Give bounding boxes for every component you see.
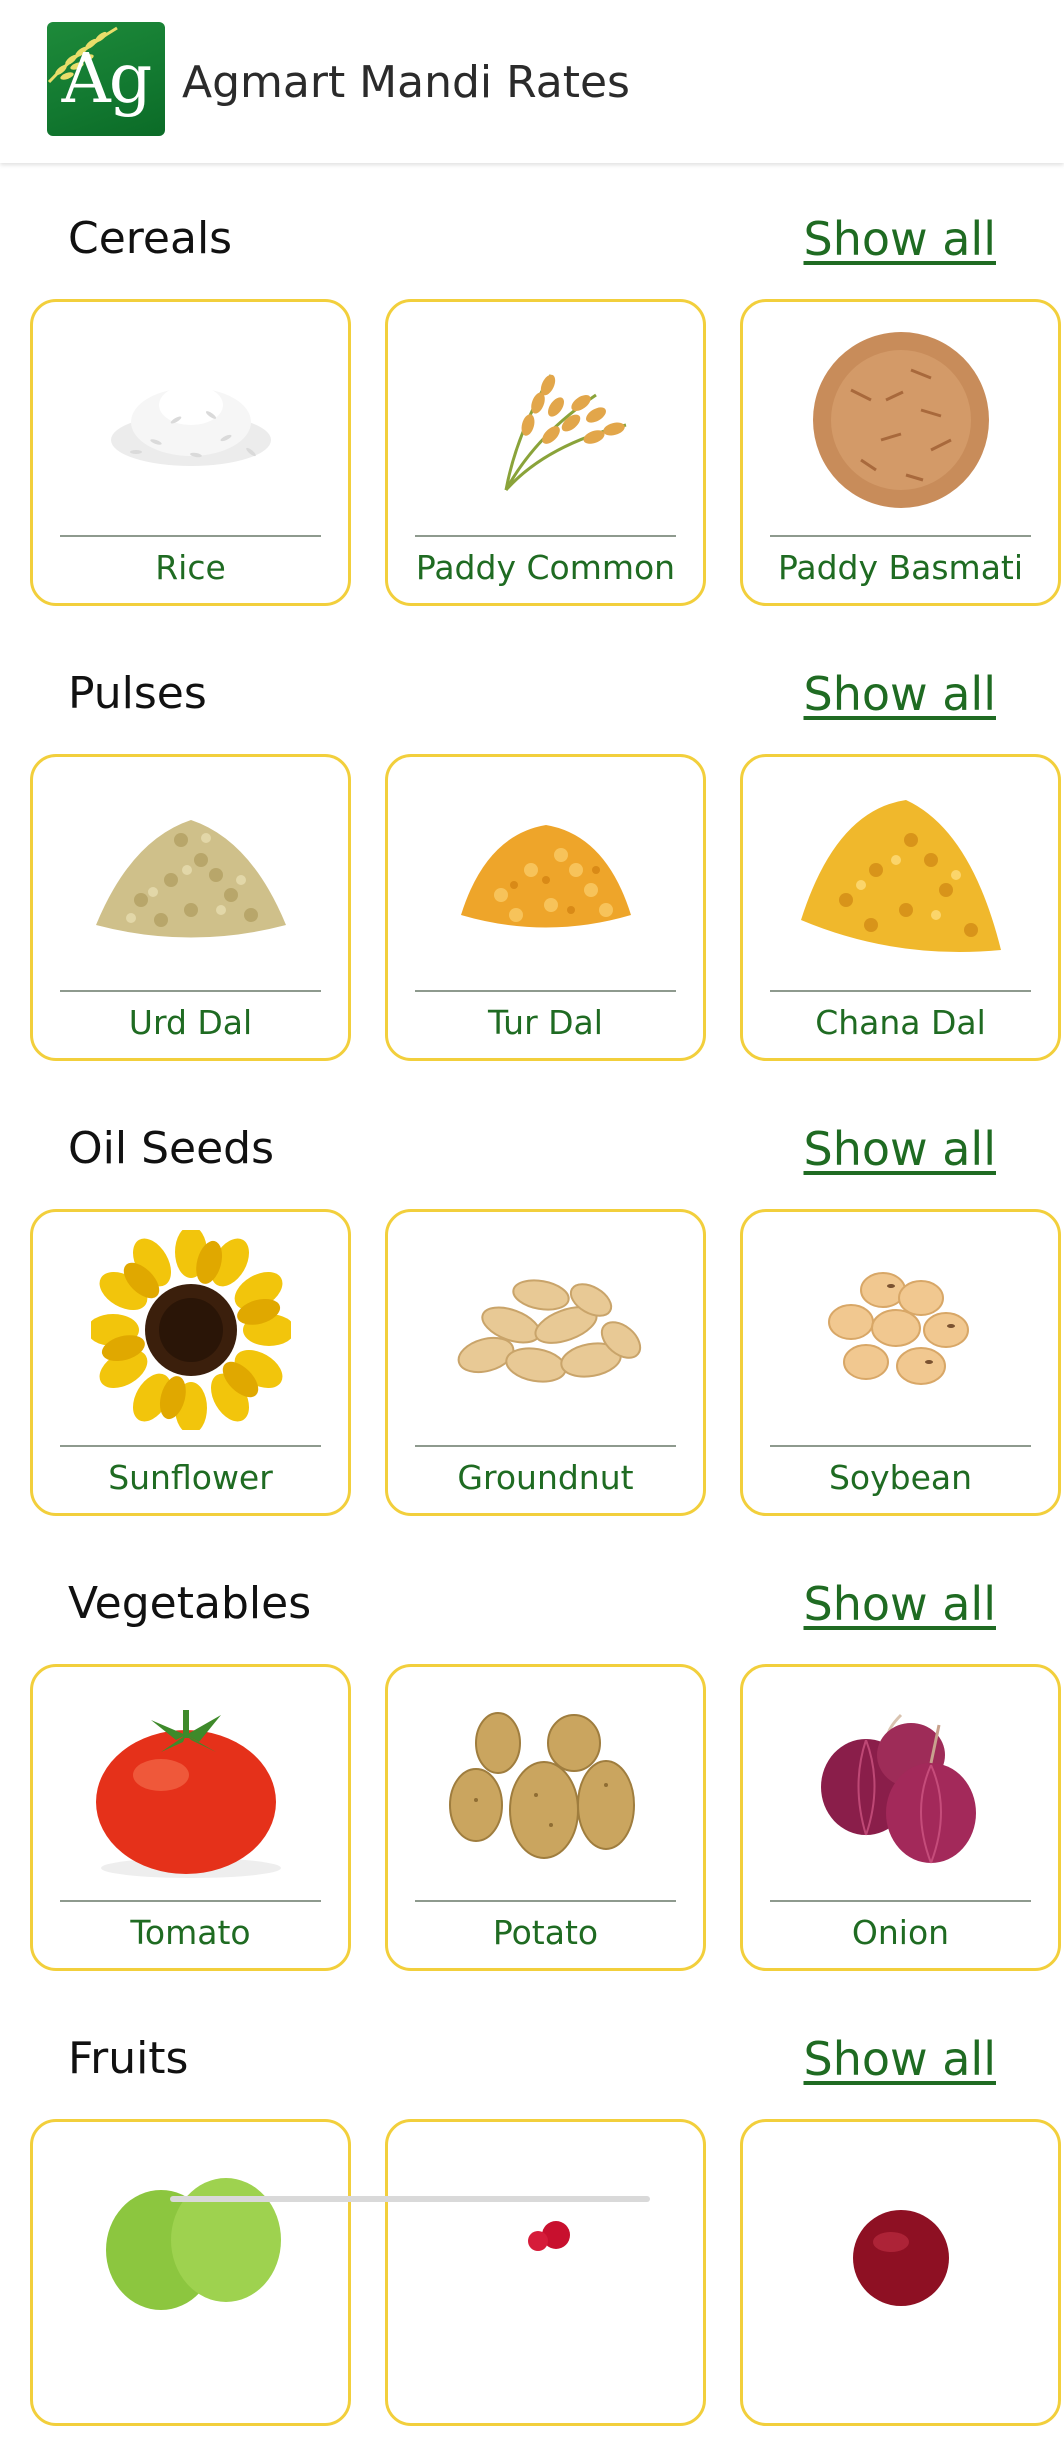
crop-card-sunflower[interactable]: Sunflower bbox=[30, 1209, 351, 1516]
crop-card-paddy-common[interactable]: Paddy Common bbox=[385, 299, 706, 606]
crop-card-fruit-1[interactable] bbox=[30, 2119, 351, 2426]
card-divider bbox=[415, 535, 676, 537]
card-divider bbox=[60, 535, 321, 537]
crop-card-soybean[interactable]: Soybean bbox=[740, 1209, 1061, 1516]
show-all-fruits-link[interactable]: Show all bbox=[804, 2031, 997, 2087]
urd-dal-icon bbox=[33, 757, 348, 992]
section-oil-seeds: Oil Seeds Show all Sunflower Groundnut S… bbox=[0, 1073, 1064, 1528]
red-apple-icon bbox=[743, 2122, 1058, 2357]
crop-label: Tur Dal bbox=[488, 1003, 603, 1042]
card-divider bbox=[770, 1900, 1031, 1902]
card-divider bbox=[60, 990, 321, 992]
groundnut-icon bbox=[388, 1212, 703, 1447]
card-divider bbox=[415, 1900, 676, 1902]
crop-label: Potato bbox=[492, 1913, 599, 1952]
crop-card-tur-dal[interactable]: Tur Dal bbox=[385, 754, 706, 1061]
crop-card-urd-dal[interactable]: Urd Dal bbox=[30, 754, 351, 1061]
section-pulses: Pulses Show all Urd Dal Tur Dal Chana Da… bbox=[0, 618, 1064, 1073]
app-title: Agmart Mandi Rates bbox=[182, 57, 630, 108]
card-divider bbox=[415, 990, 676, 992]
crop-label: Tomato bbox=[130, 1913, 251, 1952]
section-title: Pulses bbox=[68, 668, 207, 719]
app-bar: Ag Agmart Mandi Rates bbox=[0, 0, 1064, 163]
crop-label: Urd Dal bbox=[128, 1003, 253, 1042]
crop-card-fruit-2[interactable] bbox=[385, 2119, 706, 2426]
tur-dal-icon bbox=[388, 757, 703, 992]
potato-icon bbox=[388, 1667, 703, 1902]
crop-card-chana-dal[interactable]: Chana Dal bbox=[740, 754, 1061, 1061]
card-divider bbox=[770, 1445, 1031, 1447]
crop-card-groundnut[interactable]: Groundnut bbox=[385, 1209, 706, 1516]
show-all-pulses-link[interactable]: Show all bbox=[804, 666, 997, 722]
crop-card-tomato[interactable]: Tomato bbox=[30, 1664, 351, 1971]
crop-card-fruit-3[interactable] bbox=[740, 2119, 1061, 2426]
chana-dal-icon bbox=[743, 757, 1058, 992]
crop-card-rice[interactable]: Rice bbox=[30, 299, 351, 606]
show-all-cereals-link[interactable]: Show all bbox=[804, 211, 997, 267]
section-cereals: Cereals Show all Rice Paddy Common Paddy… bbox=[0, 163, 1064, 618]
card-divider bbox=[60, 1900, 321, 1902]
section-title: Fruits bbox=[68, 2033, 189, 2084]
paddy-icon bbox=[388, 302, 703, 537]
cherry-icon bbox=[388, 2122, 703, 2357]
card-divider bbox=[415, 1445, 676, 1447]
show-all-vegetables-link[interactable]: Show all bbox=[804, 1576, 997, 1632]
sunflower-icon bbox=[33, 1212, 348, 1447]
crop-label: Soybean bbox=[828, 1458, 973, 1497]
section-title: Vegetables bbox=[68, 1578, 312, 1629]
logo-text: Ag bbox=[61, 40, 153, 119]
scroll-indicator[interactable] bbox=[170, 2196, 650, 2202]
section-title: Cereals bbox=[68, 213, 233, 264]
crop-label: Chana Dal bbox=[815, 1003, 986, 1042]
crop-label: Rice bbox=[155, 548, 226, 587]
crop-label: Paddy Basmati bbox=[777, 548, 1024, 587]
agmart-logo: Ag bbox=[47, 22, 165, 136]
crop-card-potato[interactable]: Potato bbox=[385, 1664, 706, 1971]
crop-card-paddy-basmati[interactable]: Paddy Basmati bbox=[740, 299, 1061, 606]
card-divider bbox=[770, 535, 1031, 537]
crop-label: Groundnut bbox=[457, 1458, 634, 1497]
card-divider bbox=[770, 990, 1031, 992]
soybean-icon bbox=[743, 1212, 1058, 1447]
crop-card-onion[interactable]: Onion bbox=[740, 1664, 1061, 1971]
show-all-oil-seeds-link[interactable]: Show all bbox=[804, 1121, 997, 1177]
crop-label: Paddy Common bbox=[415, 548, 676, 587]
rice-icon bbox=[33, 302, 348, 537]
section-vegetables: Vegetables Show all Tomato Potato Onion bbox=[0, 1528, 1064, 1983]
card-divider bbox=[60, 1445, 321, 1447]
section-title: Oil Seeds bbox=[68, 1123, 274, 1174]
tomato-icon bbox=[33, 1667, 348, 1902]
paddy-basmati-icon bbox=[743, 302, 1058, 537]
section-fruits: Fruits Show all bbox=[0, 1983, 1064, 2438]
onion-icon bbox=[743, 1667, 1058, 1902]
crop-label: Onion bbox=[851, 1913, 950, 1952]
crop-label: Sunflower bbox=[108, 1458, 273, 1497]
apple-icon bbox=[33, 2122, 348, 2357]
